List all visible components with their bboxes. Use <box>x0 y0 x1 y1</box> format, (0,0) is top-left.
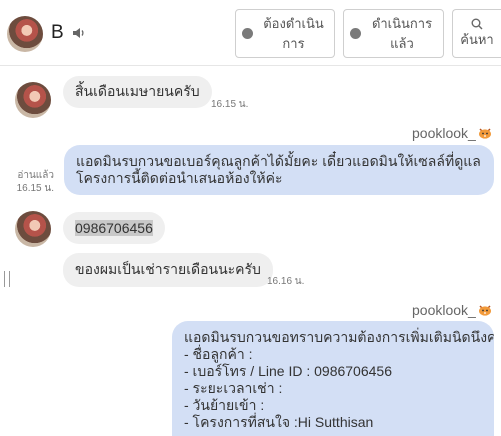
phone-number-text[interactable]: 0986706456 <box>75 220 153 236</box>
tiger-emoji-icon <box>478 128 491 139</box>
message-line: - ชื่อลูกค้า : <box>184 346 253 362</box>
read-label: อ่านแล้ว <box>17 170 54 181</box>
message-line: - เบอร์โทร / Line ID : 0986706456 <box>184 363 392 379</box>
message-line: แอดมินรบกวนขอเบอร์คุณลูกค้าได้มั้ยคะ เดี… <box>76 153 481 169</box>
message-bubble-incoming: สิ้นเดือนเมษายนครับ <box>63 76 212 108</box>
speaker-icon[interactable] <box>72 27 86 39</box>
message-sender: pooklook_ <box>412 125 492 141</box>
message-line: โครงการนี้ติดต่อนำเสนอห้องให้ค่ะ <box>76 170 283 186</box>
read-receipt: อ่านแล้ว 16.15 น. <box>10 169 54 195</box>
message-line: - วันย้ายเข้า : <box>184 397 265 413</box>
message-time: 16.16 น. <box>267 276 305 287</box>
message-bubble-incoming: 0986706456 <box>63 212 165 244</box>
mark-todo-label: ต้องดำเนินการ <box>263 15 324 51</box>
message-time: 16.15 น. <box>211 99 249 110</box>
mark-done-button[interactable]: ดำเนินการแล้ว <box>343 9 444 58</box>
chat-bubble-icon <box>241 28 253 39</box>
message-text: ของผมเป็นเช่ารายเดือนนะครับ <box>75 261 261 277</box>
message-line: - โครงการที่สนใจ :Hi Sutthisan <box>184 414 374 430</box>
sender-name: pooklook_ <box>412 125 476 141</box>
message-bubble-outgoing: แอดมินรบกวนขอทราบความต้องการเพิ่มเติมนิด… <box>172 321 494 436</box>
resize-handle[interactable] <box>4 271 10 287</box>
search-icon <box>471 18 483 29</box>
tiger-emoji-icon <box>478 305 491 316</box>
message-line: แอดมินรบกวนขอทราบความต้องการเพิ่มเติมนิด… <box>184 329 494 345</box>
message-sender: pooklook_ <box>412 302 492 318</box>
message-text: สิ้นเดือนเมษายนครับ <box>75 83 200 99</box>
chat-header: B ต้องดำเนินการ ดำเนินการแล้ว ค้นหา <box>0 0 501 66</box>
message-bubble-incoming: ของผมเป็นเช่ารายเดือนนะครับ <box>63 253 273 287</box>
mark-todo-button[interactable]: ต้องดำเนินการ <box>235 9 335 58</box>
contact-avatar[interactable] <box>7 16 43 52</box>
sender-name: pooklook_ <box>412 302 476 318</box>
mark-done-label: ดำเนินการแล้ว <box>371 15 433 51</box>
sender-avatar[interactable] <box>15 211 51 247</box>
contact-name[interactable]: B <box>51 22 64 44</box>
message-time: 16.15 น. <box>16 183 54 194</box>
message-line: - ระยะเวลาเช่า : <box>184 380 283 396</box>
search-label: ค้นหา <box>460 31 494 47</box>
check-bubble-icon <box>350 28 361 39</box>
search-button[interactable]: ค้นหา <box>452 9 501 58</box>
message-bubble-outgoing: แอดมินรบกวนขอเบอร์คุณลูกค้าได้มั้ยคะ เดี… <box>64 145 494 195</box>
sender-avatar[interactable] <box>15 82 51 118</box>
